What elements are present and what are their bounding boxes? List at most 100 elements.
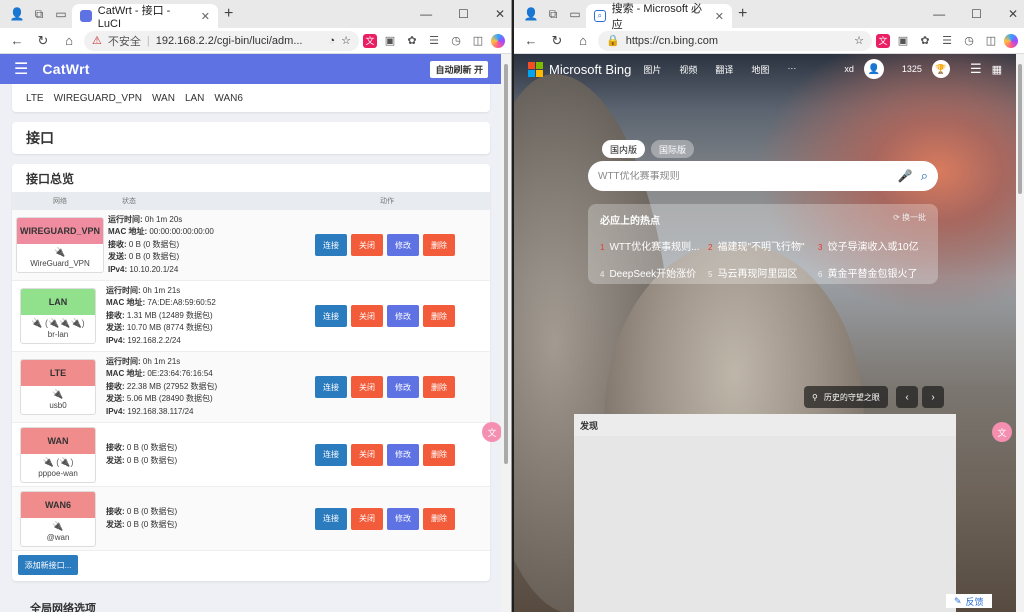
favorite-star-icon[interactable]: ☆ (341, 34, 351, 47)
image-location-button[interactable]: ⚲ 历史的守望之眼 (804, 386, 888, 408)
delete-button[interactable]: 删除 (423, 305, 455, 327)
next-image-icon[interactable]: › (922, 386, 944, 408)
subnav-wireguard[interactable]: WIREGUARD_VPN (54, 93, 142, 104)
read-aloud-icon[interactable]: ◔ (328, 35, 335, 47)
close-tab-icon[interactable]: ✕ (201, 10, 210, 23)
close-button[interactable]: 关闭 (351, 507, 383, 530)
connect-button[interactable]: 连接 (315, 234, 347, 256)
split-screen-icon[interactable]: ◫ (982, 32, 1000, 50)
tab-actions-icon[interactable]: ▭ (50, 3, 72, 25)
close-tab-icon[interactable]: ✕ (715, 10, 724, 23)
tab-actions-icon[interactable]: ▭ (564, 3, 586, 25)
puzzle-icon[interactable]: ✿ (916, 32, 934, 50)
tab-luci[interactable]: CatWrt - 接口 - LuCI ✕ (72, 4, 218, 30)
extension-icon[interactable]: ▣ (894, 32, 912, 50)
translate-extension-icon[interactable]: 文 (363, 33, 377, 48)
delete-button[interactable]: 删除 (423, 234, 455, 256)
luci-brand[interactable]: CatWrt (42, 61, 89, 77)
new-tab-icon[interactable]: + (738, 5, 747, 23)
subnav-lan[interactable]: LAN (185, 93, 204, 104)
extension-icon[interactable]: ▣ (381, 32, 399, 50)
tab-domestic[interactable]: 国内版 (602, 140, 646, 158)
interface-badge[interactable]: LTE 🔌 usb0 (20, 359, 96, 415)
trending-item[interactable]: 4 DeepSeek开始涨价 (600, 265, 708, 280)
favorite-star-icon[interactable]: ☆ (854, 34, 864, 47)
new-tab-icon[interactable]: + (224, 5, 233, 23)
delete-button[interactable]: 删除 (423, 443, 455, 466)
trending-item[interactable]: 3 饺子导演收入或10亿 (818, 238, 928, 253)
scrollbar[interactable] (501, 54, 511, 612)
home-icon[interactable]: ⌂ (572, 30, 594, 52)
search-input[interactable] (598, 170, 890, 182)
scrollbar-thumb[interactable] (504, 64, 508, 464)
rewards-points[interactable]: 1325 (902, 64, 922, 74)
delete-button[interactable]: 删除 (423, 507, 455, 530)
close-button[interactable]: 关闭 (351, 305, 383, 327)
interface-badge[interactable]: WAN6 🔌 @wan (20, 490, 96, 547)
user-name[interactable]: xd (844, 64, 854, 74)
edit-button[interactable]: 修改 (387, 376, 419, 398)
trending-item[interactable]: 1 WTT优化赛事规则... (600, 238, 708, 253)
home-icon[interactable]: ⌂ (58, 30, 80, 52)
auto-refresh-button[interactable]: 自动刷新 开 (430, 60, 488, 78)
nav-translate[interactable]: 翻译 (715, 63, 733, 76)
connect-button[interactable]: 连接 (315, 305, 347, 327)
connect-button[interactable]: 连接 (315, 507, 347, 530)
subnav-lte[interactable]: LTE (26, 93, 44, 104)
interface-badge[interactable]: LAN 🔌 (🔌🔌🔌) br-lan (20, 288, 96, 344)
copilot-icon[interactable] (1004, 33, 1018, 48)
delete-button[interactable]: 删除 (423, 376, 455, 398)
interface-badge[interactable]: WIREGUARD_VPN 🔌 WireGuard_VPN (16, 217, 104, 273)
back-icon[interactable]: ← (520, 30, 542, 52)
translate-float-icon[interactable]: 文 (482, 422, 502, 442)
favorites-icon[interactable]: ☰ (938, 32, 956, 50)
subnav-wan6[interactable]: WAN6 (214, 93, 243, 104)
profile-icon[interactable]: 👤 (520, 3, 542, 25)
close-window-icon[interactable]: ✕ (495, 7, 505, 21)
connect-button[interactable]: 连接 (315, 376, 347, 398)
collections-icon[interactable]: ⧉ (542, 3, 564, 25)
minimize-icon[interactable]: — (933, 7, 945, 21)
edit-button[interactable]: 修改 (387, 305, 419, 327)
profile-icon[interactable]: 👤 (6, 3, 28, 25)
interface-badge[interactable]: WAN 🔌 (🔌) pppoe-wan (20, 426, 96, 483)
refresh-trending-button[interactable]: ⟳ 换一批 (893, 212, 926, 227)
scrollbar[interactable] (1016, 54, 1024, 612)
url-field[interactable]: ⚠ 不安全 | 192.168.2.2/cgi-bin/luci/adm... … (84, 30, 359, 51)
split-screen-icon[interactable]: ◫ (469, 32, 487, 50)
microphone-icon[interactable]: 🎤 (898, 169, 913, 183)
add-interface-button[interactable]: 添加新接口... (18, 555, 78, 575)
nav-images[interactable]: 图片 (643, 63, 661, 76)
trending-item[interactable]: 6 黄金平替金包银火了 (818, 265, 928, 280)
connect-button[interactable]: 连接 (315, 443, 347, 466)
edit-button[interactable]: 修改 (387, 234, 419, 256)
reload-icon[interactable]: ↻ (32, 30, 54, 52)
menu-hamburger-icon[interactable]: ☰ (970, 61, 982, 77)
copilot-icon[interactable] (491, 33, 505, 48)
history-icon[interactable]: ◷ (960, 32, 978, 50)
maximize-icon[interactable]: ☐ (971, 7, 982, 21)
trending-item[interactable]: 5 马云再现阿里园区 (708, 265, 818, 280)
feedback-button[interactable]: ✎ 反馈 (946, 594, 992, 608)
translate-float-icon[interactable]: 文 (992, 422, 1012, 442)
subnav-wan[interactable]: WAN (152, 93, 175, 104)
close-button[interactable]: 关闭 (351, 443, 383, 466)
nav-maps[interactable]: 地图 (751, 63, 769, 76)
edit-button[interactable]: 修改 (387, 507, 419, 530)
nav-videos[interactable]: 视频 (679, 63, 697, 76)
qr-code-icon[interactable]: ▦ (992, 63, 1002, 76)
url-field[interactable]: 🔒 https://cn.bing.com ☆ (598, 30, 872, 51)
minimize-icon[interactable]: — (420, 7, 432, 21)
maximize-icon[interactable]: ☐ (458, 7, 469, 21)
edit-button[interactable]: 修改 (387, 443, 419, 466)
puzzle-icon[interactable]: ✿ (403, 32, 421, 50)
reload-icon[interactable]: ↻ (546, 30, 568, 52)
close-button[interactable]: 关闭 (351, 234, 383, 256)
tab-bing[interactable]: ⌕ 搜索 - Microsoft 必应 ✕ (586, 3, 732, 31)
trending-item[interactable]: 2 福建现"不明飞行物" (708, 238, 818, 253)
history-icon[interactable]: ◷ (447, 32, 465, 50)
back-icon[interactable]: ← (6, 30, 28, 52)
prev-image-icon[interactable]: ‹ (896, 386, 918, 408)
menu-hamburger-icon[interactable]: ☰ (14, 59, 28, 79)
collections-icon[interactable]: ⧉ (28, 3, 50, 25)
